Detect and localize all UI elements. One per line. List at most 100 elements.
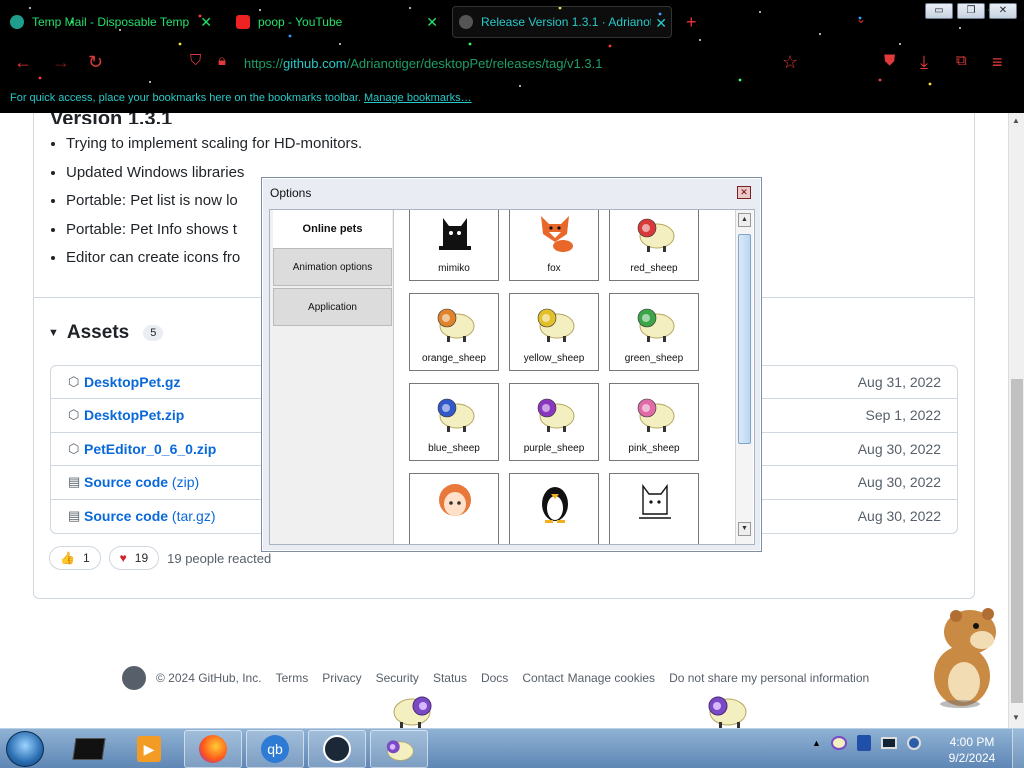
- tray-expand-icon[interactable]: ▲: [812, 738, 821, 748]
- caret-down-icon[interactable]: ▼: [48, 327, 59, 339]
- copyright: © 2024 GitHub, Inc.: [156, 671, 262, 685]
- address-bar[interactable]: https://github.com/Adrianotiger/desktopP…: [244, 56, 602, 71]
- asset-link[interactable]: PetEditor_0_6_0.zip: [84, 441, 216, 457]
- new-tab-button[interactable]: +: [686, 12, 697, 33]
- forward-icon[interactable]: →: [52, 52, 70, 73]
- media-player-icon[interactable]: ▶: [120, 730, 178, 768]
- pet-tile[interactable]: blue_sheep: [409, 383, 499, 461]
- start-button[interactable]: [6, 731, 44, 767]
- scrollbar-thumb[interactable]: [1011, 379, 1023, 703]
- dialog-close-button[interactable]: ✕: [737, 186, 751, 199]
- thumbs-up-reaction[interactable]: 👍 1: [49, 546, 101, 570]
- scroll-down-icon[interactable]: ▼: [738, 522, 751, 536]
- pet-name: blue_sheep: [428, 443, 480, 454]
- pet-tile[interactable]: orange_sheep: [409, 293, 499, 371]
- reactions-summary: 19 people reacted: [167, 550, 272, 566]
- shield-icon[interactable]: ⛉: [190, 52, 201, 69]
- pet-tile[interactable]: pink_sheep: [609, 383, 699, 461]
- pet-tile[interactable]: purple_sheep: [509, 383, 599, 461]
- assets-header[interactable]: ▼ Assets 5: [48, 322, 164, 344]
- scroll-down-icon[interactable]: ▼: [1012, 713, 1020, 722]
- pet-grid: mimiko fox red_sheep orange_sheep yellow_she…: [401, 210, 731, 544]
- steam-icon[interactable]: [308, 730, 366, 768]
- dialog-body: Online pets Animation options Applicatio…: [269, 209, 755, 545]
- asset-link[interactable]: Source code (zip): [84, 474, 199, 490]
- sheep-pet-taskbar-icon[interactable]: [370, 730, 428, 768]
- sheep-pet-icon[interactable]: [392, 688, 436, 730]
- tab-youtube[interactable]: poop - YouTube ✕: [230, 6, 442, 38]
- pet-tile[interactable]: [509, 473, 599, 544]
- menu-icon[interactable]: ≡: [992, 52, 1003, 73]
- tab-temp-mail[interactable]: Temp Mail - Disposable Temp ✕: [4, 6, 216, 38]
- url-domain: github.com: [283, 56, 347, 71]
- downloads-icon[interactable]: ⤓: [920, 52, 928, 73]
- footer-link-contact[interactable]: Contact: [522, 671, 563, 685]
- reaction-count: 1: [82, 551, 90, 565]
- footer-link-security[interactable]: Security: [376, 671, 419, 685]
- asset-link[interactable]: Source code (tar.gz): [84, 508, 216, 524]
- close-tab-icon[interactable]: ✕: [426, 14, 438, 31]
- footer-link-terms[interactable]: Terms: [276, 671, 309, 685]
- tab-animation-options[interactable]: Animation options: [273, 248, 392, 286]
- footer-link-cookies[interactable]: Manage cookies: [568, 671, 655, 685]
- windows-taskbar: ▶ qb ▲ 4:00 PM 9/2/2024: [0, 728, 1024, 768]
- page-scrollbar[interactable]: ▲ ▼: [1008, 113, 1024, 728]
- tab-github-release[interactable]: Release Version 1.3.1 · Adrianot ✕: [452, 6, 672, 38]
- pet-tile[interactable]: [409, 473, 499, 544]
- list-tabs-icon[interactable]: ⌄: [856, 12, 866, 26]
- pet-grid-scrollbar[interactable]: ▲ ▼: [735, 210, 753, 544]
- qbittorrent-icon[interactable]: qb: [246, 730, 304, 768]
- lock-icon[interactable]: 🔒︎: [218, 52, 226, 69]
- pet-tile[interactable]: green_sheep: [609, 293, 699, 371]
- firefox-icon[interactable]: [184, 730, 242, 768]
- extensions-icon[interactable]: ⧉: [956, 52, 967, 69]
- terminal-icon[interactable]: [60, 730, 118, 768]
- scroll-up-icon[interactable]: ▲: [1012, 116, 1020, 125]
- scrollbar-thumb[interactable]: [738, 234, 751, 444]
- tab-online-pets[interactable]: Online pets: [273, 210, 392, 248]
- heart-reaction[interactable]: ♥ 19: [108, 546, 160, 570]
- hamster-pet-icon[interactable]: [920, 604, 1006, 710]
- pet-tile[interactable]: yellow_sheep: [509, 293, 599, 371]
- asset-date: Aug 30, 2022: [857, 507, 941, 524]
- manage-bookmarks-link[interactable]: Manage bookmarks…: [364, 92, 472, 104]
- pet-name: pink_sheep: [628, 443, 680, 454]
- close-window-button[interactable]: ✕: [989, 3, 1017, 19]
- pet-tile[interactable]: mimiko: [409, 210, 499, 281]
- assets-title: Assets: [66, 322, 130, 343]
- tab-application[interactable]: Application: [273, 288, 392, 326]
- network-icon[interactable]: [880, 737, 897, 749]
- pet-name: mimiko: [438, 263, 470, 274]
- pet-tile[interactable]: fox: [509, 210, 599, 281]
- back-icon[interactable]: ←: [14, 52, 32, 73]
- github-logo-icon[interactable]: [122, 666, 146, 690]
- show-desktop-button[interactable]: [1012, 729, 1024, 768]
- footer-link-do-not-share[interactable]: Do not share my personal information: [669, 671, 869, 685]
- bookmark-star-icon[interactable]: ☆: [782, 52, 798, 73]
- pocket-icon[interactable]: ⛊: [884, 52, 895, 69]
- close-tab-icon[interactable]: ✕: [200, 14, 212, 31]
- asset-link[interactable]: DesktopPet.zip: [84, 407, 184, 423]
- reload-icon[interactable]: ↻: [88, 52, 103, 73]
- sheep-pet-icon[interactable]: [704, 688, 748, 730]
- sheep-icon: [637, 218, 675, 252]
- pet-tile[interactable]: red_sheep: [609, 210, 699, 281]
- options-tab-list: Online pets Animation options Applicatio…: [270, 210, 394, 544]
- scroll-up-icon[interactable]: ▲: [738, 213, 751, 227]
- footer-link-status[interactable]: Status: [433, 671, 467, 685]
- volume-icon[interactable]: [906, 736, 921, 750]
- footer-link-docs[interactable]: Docs: [481, 671, 508, 685]
- defender-icon[interactable]: [856, 735, 871, 751]
- minimize-button[interactable]: ▭: [925, 3, 953, 19]
- close-tab-icon[interactable]: ✕: [655, 15, 667, 32]
- tab-title: Temp Mail - Disposable Temp: [32, 15, 190, 29]
- temp-mail-icon: [10, 15, 24, 29]
- source-code-label: Source code: [84, 474, 169, 491]
- maximize-button[interactable]: ❐: [957, 3, 985, 19]
- sheep-tray-icon[interactable]: [830, 736, 847, 750]
- pet-tile[interactable]: [609, 473, 699, 544]
- bookmarks-toolbar: For quick access, place your bookmarks h…: [10, 92, 472, 104]
- asset-link[interactable]: DesktopPet.gz: [84, 374, 180, 390]
- footer-link-privacy[interactable]: Privacy: [322, 671, 361, 685]
- system-clock[interactable]: 4:00 PM 9/2/2024: [944, 734, 1000, 766]
